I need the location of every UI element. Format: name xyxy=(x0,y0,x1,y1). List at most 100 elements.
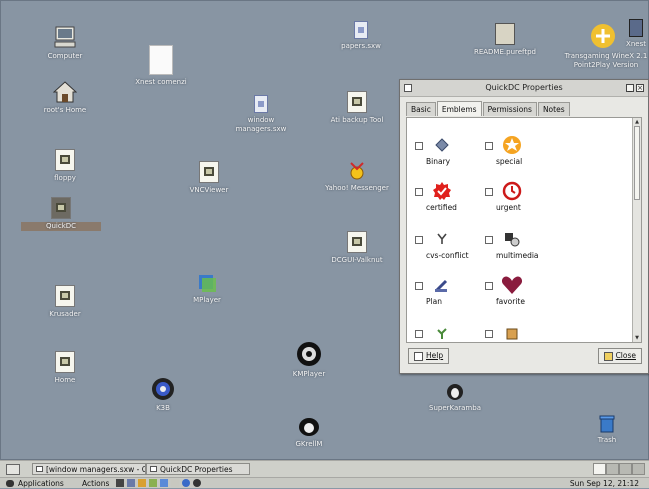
emblem-checkbox[interactable] xyxy=(415,330,423,338)
desktop-icon-xnest[interactable]: Xnest xyxy=(621,19,649,49)
workspace-4[interactable] xyxy=(632,463,645,475)
package-icon xyxy=(501,324,523,342)
desktop-icon-krusader[interactable]: Krusader xyxy=(25,285,105,319)
emblem-plan[interactable]: Plan xyxy=(415,276,485,320)
task-quickdc-properties[interactable]: QuickDC Properties xyxy=(146,463,250,475)
desktop-icon-vncviewer[interactable]: VNCViewer xyxy=(169,161,249,195)
film-icon xyxy=(501,230,523,248)
desktop-icon-readme-pureftpd[interactable]: README.pureftpd xyxy=(465,23,545,57)
desktop-icon-dcgui-valknut[interactable]: DCGUI-Valknut xyxy=(317,231,397,265)
menu-panel: Applications Actions Sun Sep 12, 21:12 xyxy=(0,477,649,488)
desktop-icon-label: GKrellM xyxy=(295,440,323,448)
desktop-icon-superkaramba[interactable]: SuperKaramba xyxy=(415,379,495,413)
scroll-down-icon[interactable]: ▼ xyxy=(633,334,641,342)
desktop-icon-yahoo-messenger[interactable]: Yahoo! Messenger xyxy=(317,161,397,193)
emblem-partial[interactable] xyxy=(415,324,485,342)
file-icon xyxy=(51,197,71,219)
desktop-icon-quickdc[interactable]: QuickDC xyxy=(21,197,101,231)
desktop-icon-papers[interactable]: papers.sxw xyxy=(321,21,401,51)
kmplayer-icon xyxy=(297,342,321,366)
minimize-icon[interactable]: _ xyxy=(626,84,634,92)
emblem-label: favorite xyxy=(496,297,525,306)
file-icon xyxy=(347,91,367,113)
emblem-checkbox[interactable] xyxy=(415,236,423,244)
scroll-up-icon[interactable]: ▲ xyxy=(633,118,641,126)
emblem-special[interactable]: special xyxy=(485,136,555,180)
desktop-icon-label: K3B xyxy=(156,404,170,412)
image-viewer-icon[interactable] xyxy=(171,479,179,487)
tab-emblems[interactable]: Emblems xyxy=(436,101,482,116)
emblem-urgent[interactable]: urgent xyxy=(485,181,555,226)
terminal-icon[interactable] xyxy=(116,479,124,487)
desktop-icon-trash[interactable]: Trash xyxy=(567,415,647,445)
window-title: QuickDC Properties xyxy=(485,83,563,92)
desktop-icon-xnest-comenzi[interactable]: Xnest comenzi xyxy=(121,45,201,87)
desktop-icon-window-managers[interactable]: window managers.sxw xyxy=(221,95,301,134)
desktop-icon-k3b[interactable]: K3B xyxy=(123,377,203,413)
desktop-icon-gkrellm[interactable]: GKrellM xyxy=(269,415,349,449)
document-icon xyxy=(354,21,368,39)
workspace-1[interactable] xyxy=(593,463,606,475)
close-button[interactable]: Close xyxy=(597,348,642,364)
file-icon xyxy=(199,161,219,183)
desktop-icon-mplayer[interactable]: MPlayer xyxy=(167,273,247,305)
workspace-2[interactable] xyxy=(606,463,619,475)
disc-icon xyxy=(152,378,174,400)
xnest-icon xyxy=(629,19,643,37)
emblem-binary[interactable]: Binary xyxy=(415,136,485,180)
emblems-scrollbar[interactable]: ▲ ▼ xyxy=(632,118,641,342)
file-icon xyxy=(55,149,75,171)
desktop-icon-home[interactable]: Home xyxy=(25,351,105,385)
emblem-checkbox[interactable] xyxy=(415,188,423,196)
desktop-icon-computer[interactable]: Computer xyxy=(25,25,105,61)
tab-notes[interactable]: Notes xyxy=(537,102,570,116)
close-button-label: Close xyxy=(615,351,636,360)
tab-permissions[interactable]: Permissions xyxy=(482,102,537,116)
emblem-label: Plan xyxy=(426,297,442,306)
pencil-icon xyxy=(431,276,453,294)
desktop-icon-roots-home[interactable]: root's Home xyxy=(25,81,105,115)
emblem-partial[interactable] xyxy=(485,324,555,342)
scrollbar-thumb[interactable] xyxy=(634,126,640,200)
workspace-3[interactable] xyxy=(619,463,632,475)
show-desktop-icon[interactable] xyxy=(6,464,20,475)
task-window-managers[interactable]: [window managers.sxw - O xyxy=(32,463,146,475)
office-icon[interactable] xyxy=(160,479,168,487)
emblem-checkbox[interactable] xyxy=(485,236,493,244)
network-icon[interactable] xyxy=(182,479,190,487)
emblem-checkbox[interactable] xyxy=(485,142,493,150)
gkrellm-icon xyxy=(299,418,319,436)
desktop-icon-label: root's Home xyxy=(43,106,87,114)
desktop-icon-label: Krusader xyxy=(49,310,81,318)
emblem-multimedia[interactable]: multimedia xyxy=(485,230,555,274)
emblem-certified[interactable]: certified xyxy=(415,182,485,226)
file-manager-icon[interactable] xyxy=(127,479,135,487)
workspace-switcher[interactable] xyxy=(593,463,645,475)
transgaming-icon xyxy=(591,24,615,48)
emblem-checkbox[interactable] xyxy=(415,142,423,150)
emblem-checkbox[interactable] xyxy=(415,282,423,290)
properties-window[interactable]: QuickDC Properties _ × Basic Emblems Per… xyxy=(399,79,649,374)
close-icon[interactable]: × xyxy=(636,84,644,92)
emblem-checkbox[interactable] xyxy=(485,282,493,290)
desktop-icon-label: Transgaming WineX 2.1 Point2Play Version xyxy=(564,52,648,69)
desktop-icon-label: MPlayer xyxy=(193,296,221,304)
foot-icon xyxy=(6,480,14,487)
window-titlebar[interactable]: QuickDC Properties _ × xyxy=(400,80,648,97)
emblem-favorite[interactable]: favorite xyxy=(485,276,555,320)
editor-icon[interactable] xyxy=(149,479,157,487)
desktop-icon-floppy[interactable]: floppy xyxy=(25,149,105,183)
help-button[interactable]: Help xyxy=(408,348,450,364)
document-icon xyxy=(254,95,268,113)
desktop-icon-ati-backup-tool[interactable]: Ati backup Tool xyxy=(317,91,397,125)
window-menu-icon[interactable] xyxy=(404,84,412,92)
emblem-label: cvs-conflict xyxy=(426,251,469,260)
taskbar: [window managers.sxw - O QuickDC Propert… xyxy=(0,460,649,477)
web-browser-icon[interactable] xyxy=(138,479,146,487)
tab-basic[interactable]: Basic xyxy=(406,102,436,116)
emblem-checkbox[interactable] xyxy=(485,330,493,338)
desktop-icon-kmplayer[interactable]: KMPlayer xyxy=(269,341,349,379)
media-icon[interactable] xyxy=(193,479,201,487)
emblem-checkbox[interactable] xyxy=(485,188,493,196)
emblem-cvs-conflict[interactable]: cvs-conflict xyxy=(415,230,485,274)
